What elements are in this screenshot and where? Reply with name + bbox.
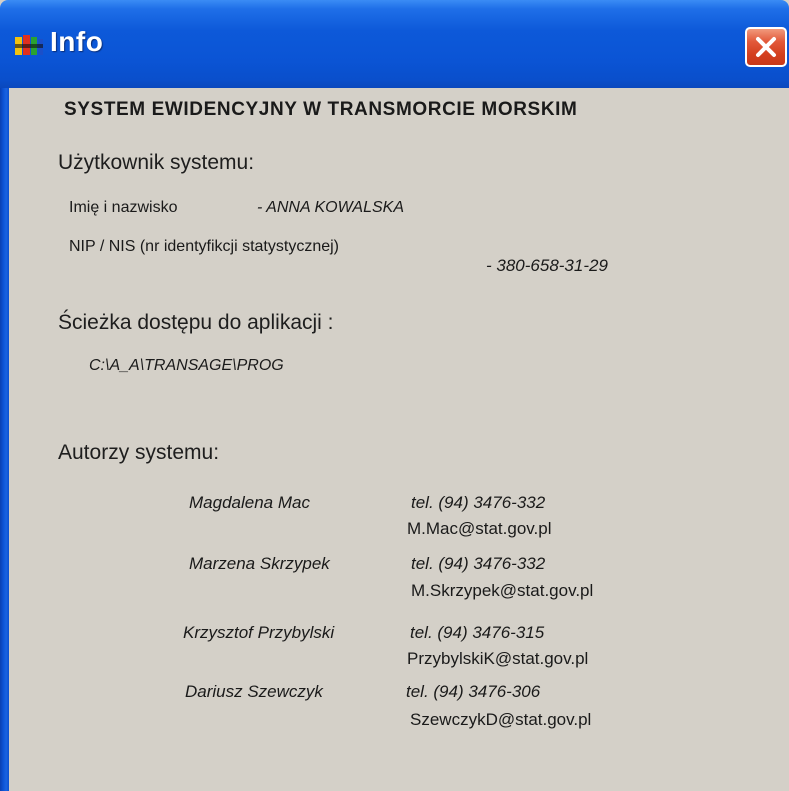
name-label: Imię i nazwisko — [69, 199, 178, 216]
authors-label: Autorzy systemu: — [58, 441, 220, 464]
author-phone: tel. (94) 3476-315 — [410, 623, 545, 642]
author-email: M.Mac@stat.gov.pl — [407, 519, 552, 538]
window-title: Info — [50, 26, 104, 57]
author-name: Magdalena Mac — [189, 493, 310, 512]
author-phone: tel. (94) 3476-332 — [411, 554, 546, 573]
path-value: C:\A_A\TRANSAGE\PROG — [89, 357, 284, 374]
author-email: M.Skrzypek@stat.gov.pl — [411, 581, 594, 600]
close-button[interactable] — [745, 27, 787, 67]
window-content: SYSTEM EWIDENCYJNY W TRANSMORCIE MORSKIM… — [9, 88, 789, 791]
author-name: Dariusz Szewczyk — [185, 682, 323, 701]
app-icon — [15, 35, 43, 55]
title-bar[interactable]: Info — [0, 0, 789, 88]
author-phone: tel. (94) 3476-306 — [406, 682, 541, 701]
nip-label: NIP / NIS (nr identyfikcji statystycznej… — [69, 238, 339, 255]
author-email: SzewczykD@stat.gov.pl — [410, 710, 592, 729]
close-icon — [756, 37, 776, 57]
author-name: Krzysztof Przybylski — [183, 623, 335, 642]
nip-value: - 380-658-31-29 — [486, 256, 608, 275]
author-email: PrzybylskiK@stat.gov.pl — [407, 649, 589, 668]
system-title: SYSTEM EWIDENCYJNY W TRANSMORCIE MORSKIM — [64, 99, 578, 120]
user-section-label: Użytkownik systemu: — [58, 151, 255, 174]
info-window: Info SYSTEM EWIDENCYJNY W TRANSMORCIE MO… — [0, 0, 789, 791]
window-frame — [0, 88, 9, 791]
author-phone: tel. (94) 3476-332 — [411, 493, 546, 512]
author-name: Marzena Skrzypek — [189, 554, 330, 573]
path-label: Ścieżka dostępu do aplikacji : — [58, 311, 334, 334]
name-value: - ANNA KOWALSKA — [257, 199, 404, 216]
